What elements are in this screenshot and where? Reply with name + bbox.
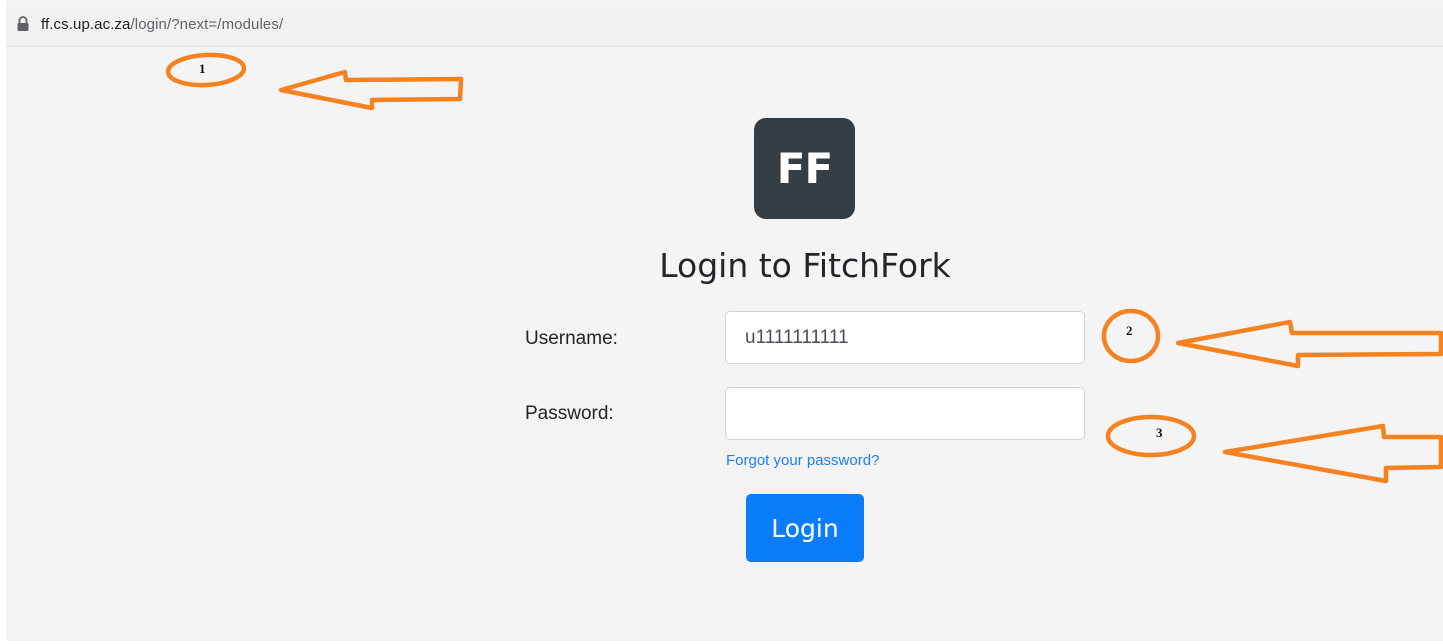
annotation-arrow-3: [1222, 423, 1443, 484]
username-input[interactable]: [725, 311, 1085, 364]
address-bar[interactable]: ff.cs.up.ac.za/login/?next=/modules/: [6, 7, 1443, 41]
lock-icon[interactable]: [16, 16, 30, 32]
window-edge-left: [0, 0, 6, 644]
url-host: ff.cs.up.ac.za: [41, 15, 131, 33]
logo-text: FF: [776, 144, 833, 193]
annotation-circle-2: [1101, 308, 1161, 364]
annotation-arrow-1: [278, 69, 464, 111]
username-label: Username:: [525, 328, 618, 349]
login-button[interactable]: Login: [746, 494, 864, 562]
annotation-circle-3: [1105, 414, 1197, 458]
password-label: Password:: [525, 403, 614, 424]
annotation-overlay: 1 2 3: [165, 52, 1443, 484]
password-input[interactable]: [725, 387, 1085, 440]
page-title: Login to FitchFork: [659, 246, 951, 285]
screen: ff.cs.up.ac.za/login/?next=/modules/ FF …: [0, 0, 1443, 644]
toolbar-divider: [6, 45, 1443, 47]
url-path: /login/?next=/modules/: [130, 15, 284, 33]
annotation-number-1: 1: [199, 61, 206, 76]
annotation-circle-1: [165, 52, 247, 88]
url-text[interactable]: ff.cs.up.ac.za/login/?next=/modules/: [41, 16, 283, 33]
fitchfork-logo: FF: [754, 118, 855, 219]
forgot-password-link[interactable]: Forgot your password?: [726, 452, 879, 469]
annotation-arrow-2: [1175, 319, 1443, 369]
annotation-number-3: 3: [1156, 425, 1163, 440]
annotation-number-2: 2: [1126, 323, 1133, 338]
